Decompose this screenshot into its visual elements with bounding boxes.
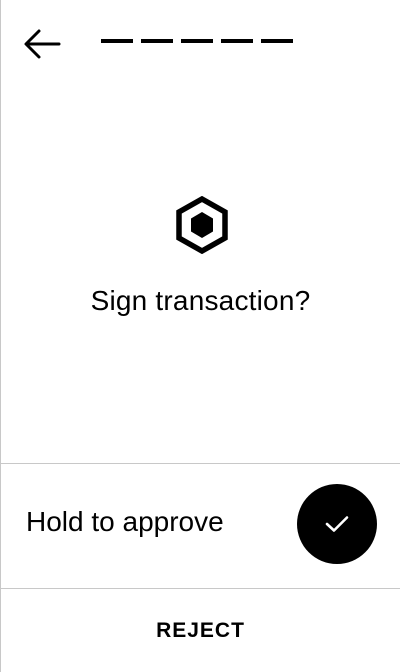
progress-segment <box>141 39 173 43</box>
page-title: Sign transaction? <box>90 285 311 316</box>
hold-approve-button[interactable] <box>297 484 377 564</box>
back-button[interactable] <box>23 28 61 60</box>
hexagon-icon <box>176 196 228 254</box>
reject-button[interactable]: REJECT <box>1 589 400 672</box>
progress-segment <box>181 39 213 43</box>
progress-indicator <box>101 39 293 43</box>
progress-segment <box>261 39 293 43</box>
progress-segment <box>101 39 133 43</box>
screen-frame: Sign transaction? Hold to approve REJECT <box>0 0 400 672</box>
divider <box>1 463 400 464</box>
arrow-left-icon <box>24 29 61 59</box>
checkmark-icon <box>325 516 349 532</box>
hold-to-approve-label: Hold to approve <box>26 506 224 537</box>
progress-segment <box>221 39 253 43</box>
